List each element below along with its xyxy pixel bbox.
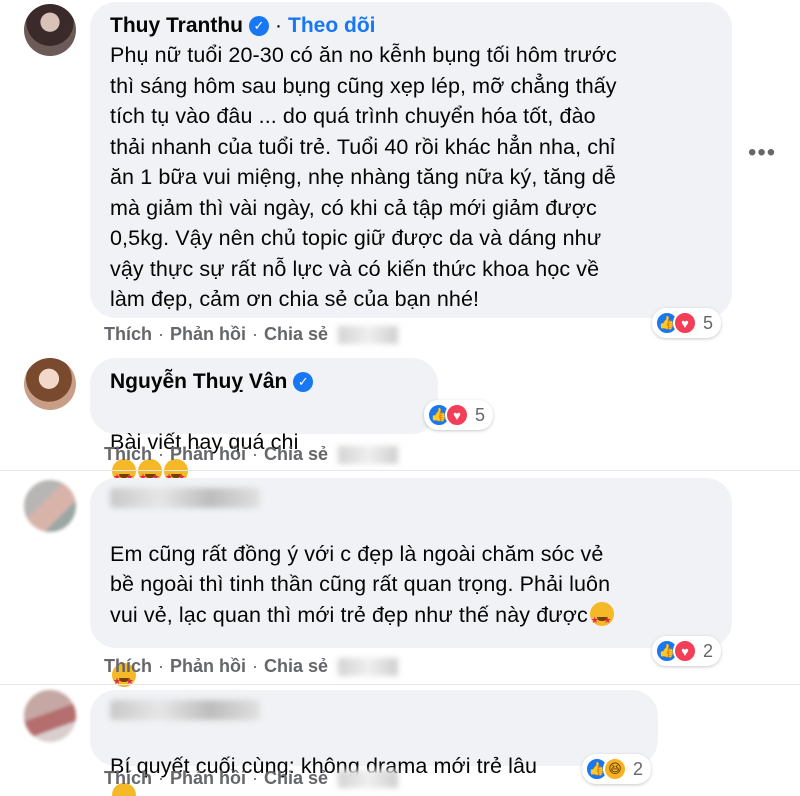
comment-actions: Thích · Phản hồi · Chia sẻ <box>104 444 399 465</box>
reply-button[interactable]: Phản hồi <box>170 444 246 465</box>
share-button[interactable]: Chia sẻ <box>264 768 328 789</box>
reaction-count: 5 <box>703 312 714 333</box>
follow-button[interactable]: Theo dõi <box>288 12 376 40</box>
avatar[interactable] <box>24 690 76 742</box>
comment-actions: Thích · Phản hồi · Chia sẻ <box>104 324 399 345</box>
comment-actions: Thích · Phản hồi · Chia sẻ <box>104 656 399 677</box>
verified-badge-icon: ✓ <box>249 16 269 36</box>
comment-author-row <box>110 700 640 720</box>
like-button[interactable]: Thích <box>104 324 152 345</box>
like-button[interactable]: Thích <box>104 656 152 677</box>
comment-bubble: Bí quyết cuối cùng: không drama mới trẻ … <box>90 690 658 796</box>
love-reaction-icon: ♥ <box>445 403 469 427</box>
separator: · <box>252 656 258 676</box>
avatar[interactable] <box>24 480 76 532</box>
divider <box>0 470 800 471</box>
verified-badge-icon: ✓ <box>293 372 314 392</box>
author-name[interactable]: Nguyễn Thuỵ Vân <box>110 368 287 396</box>
share-button[interactable]: Chia sẻ <box>264 656 328 677</box>
author-name-blurred[interactable] <box>110 488 260 508</box>
author-name-blurred[interactable] <box>110 700 260 720</box>
love-reaction-icon: ♥ <box>673 311 697 335</box>
haha-reaction-icon: 😆 <box>603 757 627 781</box>
comment-bubble: Thuy Tranthu ✓ · Theo dõi Phụ nữ tuổi 20… <box>90 2 732 318</box>
separator: · <box>158 768 164 788</box>
separator: · <box>252 444 258 464</box>
reply-button[interactable]: Phản hồi <box>170 656 246 677</box>
timestamp-blurred <box>338 769 399 788</box>
comment-actions: Thích · Phản hồi · Chia sẻ <box>104 768 399 789</box>
reactions-summary[interactable]: 👍 ♥ 5 <box>424 400 494 430</box>
separator: · <box>252 324 258 344</box>
reactions-summary[interactable]: 👍 ♥ 2 <box>652 636 722 666</box>
star-struck-emoji-icon <box>589 601 614 635</box>
comment-text-row: Bài viết hay quá chị <box>110 396 420 493</box>
like-button[interactable]: Thích <box>104 768 152 789</box>
author-name[interactable]: Thuy Tranthu <box>110 12 243 40</box>
comment-text: Em cũng rất đồng ý với c đẹp là ngoài ch… <box>110 541 611 627</box>
love-reaction-icon: ♥ <box>673 639 697 663</box>
comment-author-row: Nguyễn Thuỵ Vân ✓ <box>110 368 420 396</box>
divider <box>0 684 800 685</box>
comment-bubble: Nguyễn Thuỵ Vân ✓ Bài viết hay quá chị <box>90 358 438 493</box>
like-button[interactable]: Thích <box>104 444 152 465</box>
share-button[interactable]: Chia sẻ <box>264 444 328 465</box>
separator: · <box>275 14 282 37</box>
comment-bubble: Em cũng rất đồng ý với c đẹp là ngoài ch… <box>90 478 732 696</box>
reactions-summary[interactable]: 👍 ♥ 5 <box>652 308 722 338</box>
share-button[interactable]: Chia sẻ <box>264 324 328 345</box>
avatar[interactable] <box>24 4 76 56</box>
comment-text: Phụ nữ tuổi 20-30 có ăn no kễnh bụng tối… <box>110 43 617 311</box>
avatar[interactable] <box>24 358 76 410</box>
separator: · <box>158 656 164 676</box>
reply-button[interactable]: Phản hồi <box>170 768 246 789</box>
timestamp-blurred <box>338 325 399 344</box>
separator: · <box>158 324 164 344</box>
separator: · <box>252 768 258 788</box>
timestamp-blurred <box>338 657 399 676</box>
more-options-icon[interactable]: ••• <box>748 141 776 165</box>
separator: · <box>158 444 164 464</box>
reply-button[interactable]: Phản hồi <box>170 324 246 345</box>
reaction-count: 2 <box>703 640 714 661</box>
reactions-summary[interactable]: 👍 😆 2 <box>582 754 652 784</box>
comment-author-row: Thuy Tranthu ✓ · Theo dõi <box>110 12 714 40</box>
reaction-count: 5 <box>475 404 486 425</box>
reaction-count: 2 <box>633 758 644 779</box>
comment-author-row <box>110 488 714 508</box>
timestamp-blurred <box>338 445 399 464</box>
